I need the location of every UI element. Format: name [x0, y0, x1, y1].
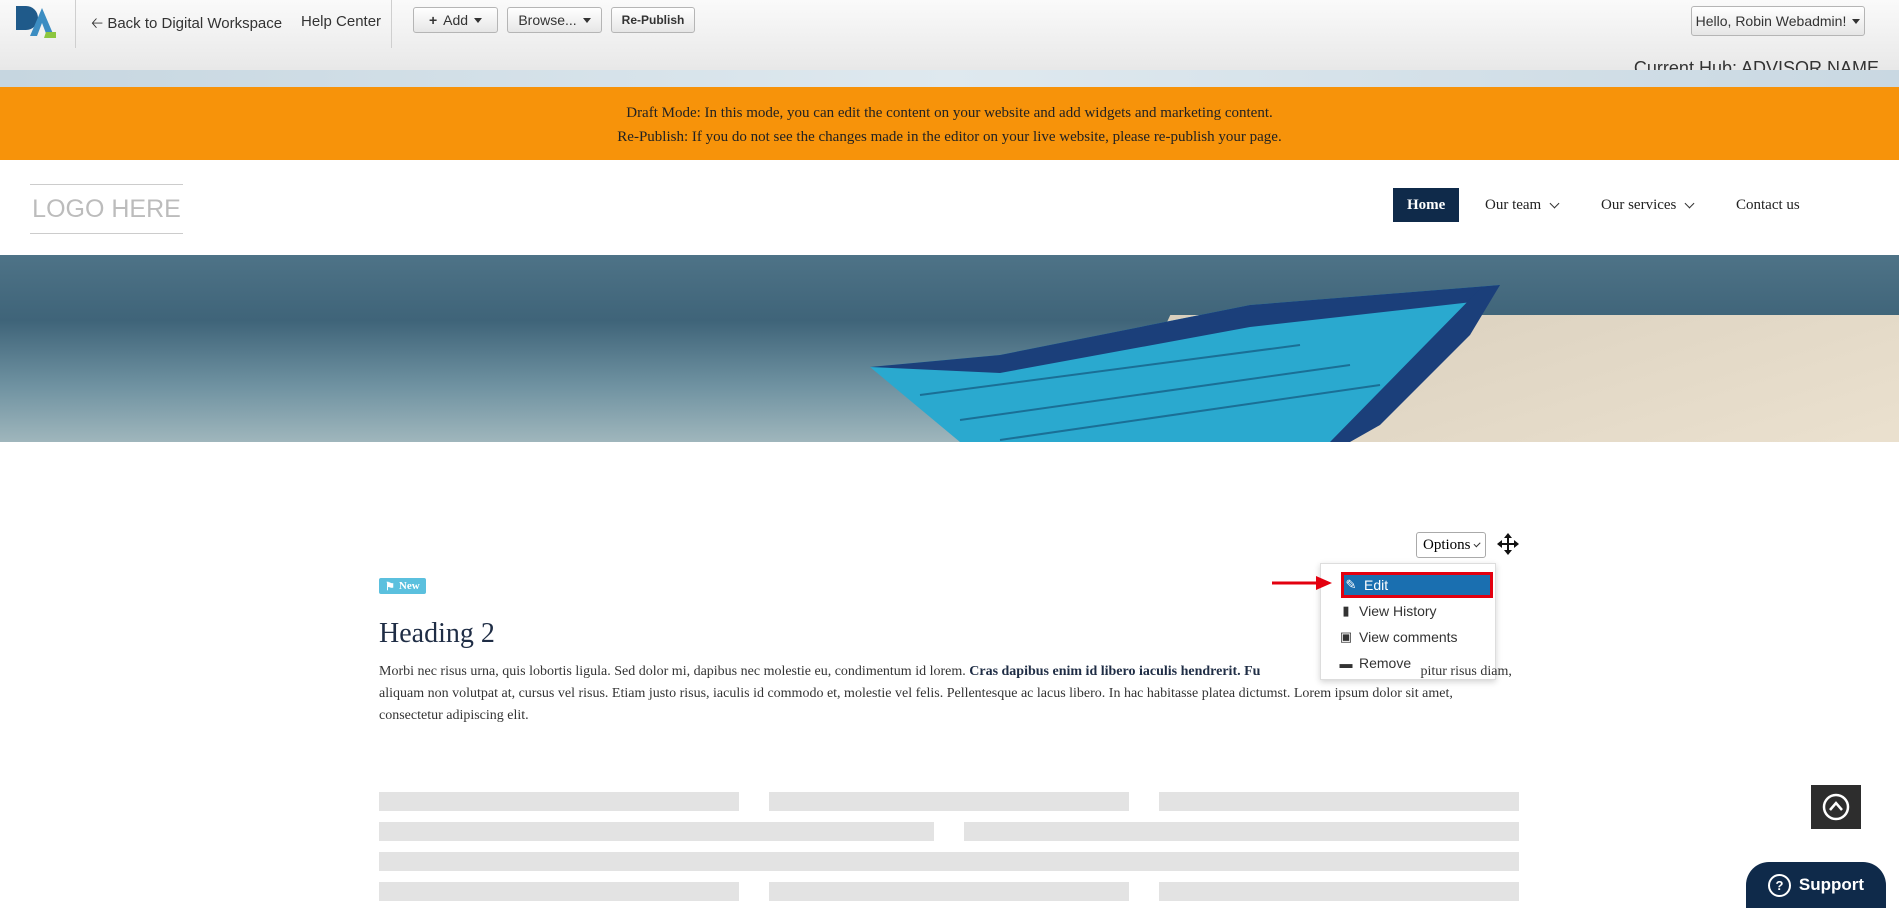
boat-illustration: [870, 285, 1500, 442]
menu-item-view-history[interactable]: ▮ View History: [1339, 600, 1491, 622]
back-to-workspace-link[interactable]: 🡠 Back to Digital Workspace: [91, 13, 282, 38]
nav-our-services[interactable]: Our services: [1601, 188, 1695, 222]
question-icon: ?: [1767, 873, 1791, 897]
placeholder-bar: [1159, 792, 1519, 811]
annotation-arrow-icon: [1272, 576, 1332, 590]
site-logo-placeholder[interactable]: LOGO HERE: [30, 184, 183, 234]
arrow-left-icon: 🡠: [91, 15, 104, 32]
placeholder-bar: [379, 882, 739, 901]
book-icon: ▮: [1342, 603, 1350, 618]
nav-contact-us[interactable]: Contact us: [1736, 188, 1800, 222]
chevron-up-circle-icon: [1822, 793, 1850, 821]
user-menu-button[interactable]: Hello, Robin Webadmin!: [1691, 6, 1865, 36]
chevron-down-icon: [1549, 198, 1560, 208]
divider: [391, 0, 392, 48]
new-badge: ⚑ New: [379, 578, 426, 594]
help-center-link[interactable]: Help Center: [301, 13, 381, 30]
placeholder-bar: [769, 882, 1129, 901]
add-dropdown-button[interactable]: + Add: [413, 7, 498, 33]
nav-our-team[interactable]: Our team: [1485, 188, 1560, 222]
top-toolbar: 🡠 Back to Digital Workspace Help Center …: [0, 0, 1899, 78]
comment-icon: ▣: [1339, 629, 1353, 644]
chevron-down-icon: [1473, 539, 1481, 548]
tag-icon: ⚑: [385, 580, 395, 593]
hero-banner-image: [0, 255, 1899, 442]
browse-dropdown-button[interactable]: Browse...: [507, 7, 602, 33]
divider: [75, 0, 76, 48]
placeholder-bar: [379, 792, 739, 811]
brand-logo[interactable]: [14, 2, 58, 40]
draft-mode-banner: Draft Mode: In this mode, you can edit t…: [0, 87, 1899, 160]
support-button[interactable]: ? Support: [1746, 862, 1886, 908]
republish-button[interactable]: Re-Publish: [611, 7, 695, 33]
caret-down-icon: [582, 17, 591, 23]
move-handle-icon[interactable]: [1496, 532, 1520, 556]
placeholder-bar: [379, 822, 934, 841]
banner-line-2: Re-Publish: If you do not see the change…: [617, 129, 1282, 145]
caret-down-icon: [1852, 18, 1861, 24]
header-strip: [0, 70, 1899, 87]
content-heading: Heading 2: [379, 618, 495, 649]
placeholder-bar: [379, 852, 1519, 871]
plus-icon: +: [428, 12, 438, 28]
placeholder-bar: [1159, 882, 1519, 901]
caret-down-icon: [474, 17, 483, 23]
scroll-to-top-button[interactable]: [1811, 785, 1861, 829]
options-select[interactable]: Options: [1416, 532, 1486, 558]
banner-line-1: Draft Mode: In this mode, you can edit t…: [626, 105, 1273, 121]
menu-item-edit[interactable]: ✎ Edit: [1341, 572, 1493, 598]
chevron-down-icon: [1684, 198, 1695, 208]
content-paragraph: Morbi nec risus urna, quis lobortis ligu…: [379, 664, 1512, 723]
edit-icon: ✎: [1345, 577, 1357, 592]
menu-item-view-comments[interactable]: ▣ View comments: [1339, 626, 1491, 648]
placeholder-bar: [769, 792, 1129, 811]
nav-home[interactable]: Home: [1393, 188, 1460, 222]
placeholder-bar: [964, 822, 1519, 841]
